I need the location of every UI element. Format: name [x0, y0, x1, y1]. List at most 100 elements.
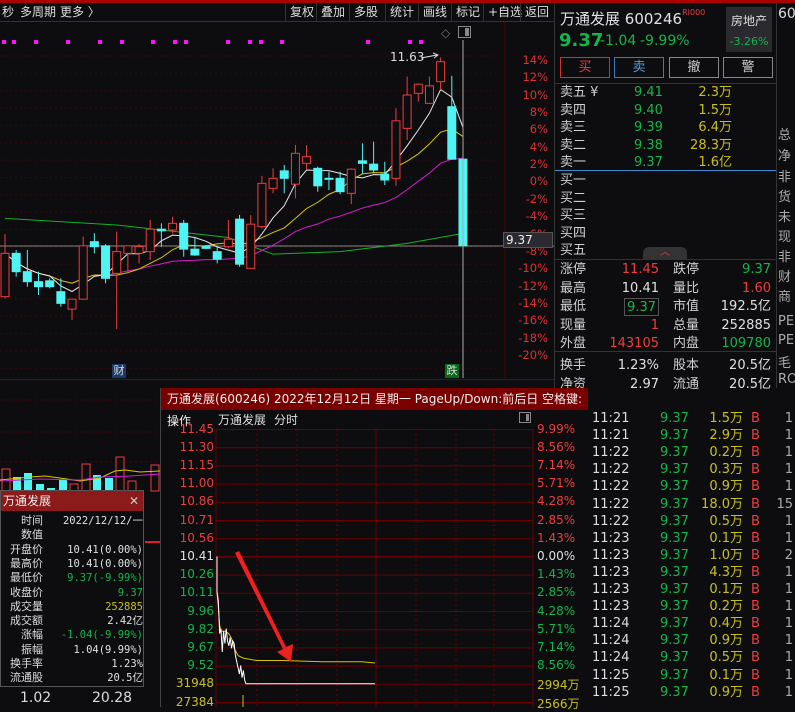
collapse-book-button[interactable]: ︿ [643, 247, 687, 259]
financial-badge[interactable]: 财 [112, 364, 126, 378]
candle-down[interactable] [45, 278, 55, 289]
tooltip-row: 开盘价 10.41(0.00%) [10, 542, 143, 556]
side-item: 毛 [778, 356, 792, 371]
ma5-line [4, 88, 464, 293]
candle-up[interactable] [346, 168, 356, 205]
candle-up[interactable] [268, 168, 278, 194]
cancel-order-button[interactable]: 撤 [669, 57, 719, 78]
axis-label: -12% [518, 278, 548, 293]
candle-up[interactable] [78, 236, 88, 300]
btn-stats[interactable]: 统计 [385, 3, 418, 21]
axis-label: 2% [529, 157, 548, 172]
candle-down[interactable] [11, 250, 21, 277]
ask-row[interactable]: 卖一 9.37 1.6亿 [560, 154, 770, 171]
candle-up[interactable] [436, 57, 446, 91]
trade-row: 11:21 9.37 2.9万 B 1 [592, 428, 793, 444]
candle-down[interactable] [101, 244, 111, 284]
stock-title: 万通发展 600246RI000 [560, 8, 706, 28]
toolbar-multi-period[interactable]: 多周期 [16, 3, 60, 21]
axis-label: 0% [529, 174, 548, 189]
btn-mark[interactable]: 标记 [451, 3, 484, 21]
sell-button[interactable]: 卖 [614, 57, 664, 78]
candle-up[interactable] [402, 76, 412, 140]
tooltip-close-icon[interactable]: ✕ [129, 491, 139, 511]
candle-up[interactable] [413, 83, 423, 102]
candle-up[interactable] [391, 108, 401, 186]
candle-up[interactable] [67, 298, 77, 320]
candle-down[interactable] [324, 171, 334, 190]
toolbar-more[interactable]: 更多 〉 [56, 3, 104, 21]
candle-up[interactable] [290, 145, 300, 199]
candle-up[interactable] [424, 76, 434, 104]
industry-box[interactable]: 房地产 -3.26% [726, 7, 772, 52]
signal-dot [120, 40, 124, 44]
tooltip-row: 时间 2022/12/12/一 [21, 514, 143, 527]
axis-label: -4% [525, 209, 548, 224]
btn-overlay[interactable]: 叠加 [316, 3, 349, 21]
tooltip-title: 万通发展 [3, 494, 52, 508]
pct-axis-label: 7.14% [537, 457, 576, 472]
ask-row[interactable]: 卖五 ¥9.41 2.3万 [560, 84, 770, 101]
candle-up[interactable] [246, 215, 256, 269]
toolbar-seconds[interactable]: 秒 [0, 3, 16, 21]
intraday-chart[interactable] [160, 388, 588, 707]
limit-down-badge[interactable]: 跌 [445, 364, 459, 378]
candle-up[interactable] [302, 145, 312, 170]
trade-row: 11:25 9.37 0.1万 B 1 [592, 667, 793, 683]
candle-up[interactable] [223, 220, 233, 249]
side-item: 财 [778, 270, 792, 285]
candle-down[interactable] [279, 165, 289, 194]
alert-button[interactable]: 警 [723, 57, 773, 78]
bid-row[interactable]: 买四 [560, 225, 770, 242]
ask-row[interactable]: 卖二 9.38 28.3万 [560, 137, 770, 154]
stat-label: 跌停 [673, 262, 700, 277]
candle-down[interactable] [212, 246, 222, 264]
pct-axis-label: 1.43% [537, 530, 576, 545]
candle-down[interactable] [235, 215, 245, 267]
candle-down[interactable] [313, 166, 323, 192]
side-item: 现 [778, 230, 792, 245]
btn-fuquan[interactable]: 复权 [285, 3, 318, 21]
btn-multi-stock[interactable]: 多股 [349, 3, 382, 21]
axis-label: 14% [522, 53, 548, 67]
candle-down[interactable] [89, 233, 99, 254]
candle-up[interactable] [145, 220, 155, 260]
candle-down[interactable] [380, 161, 390, 185]
candle-down[interactable] [56, 278, 66, 307]
candle-down[interactable] [447, 75, 457, 160]
candle-up[interactable] [134, 244, 144, 264]
pct-axis-label: 4.28% [537, 603, 576, 618]
price-axis-label: 31948 [175, 676, 214, 691]
btn-back[interactable]: 返回 [520, 3, 553, 21]
candle-down[interactable] [34, 271, 44, 295]
bid-row[interactable]: 买二 [560, 190, 770, 207]
panel-toggle-icon[interactable] [458, 26, 471, 38]
diamond-icon[interactable]: ◇ [441, 26, 450, 40]
axis-label: -10% [518, 261, 548, 276]
stat-value: 192.5亿 [720, 299, 771, 315]
bid-row[interactable]: 买一 [560, 172, 770, 189]
candle-up[interactable] [257, 175, 267, 229]
bid-row[interactable]: 买三 [560, 207, 770, 224]
candle-up[interactable] [123, 245, 133, 274]
pct-axis-label: 2566万 [537, 696, 580, 711]
price-axis-label: 10.26 [179, 567, 214, 582]
signal-dot [151, 40, 155, 44]
ask-row[interactable]: 卖三 9.39 6.4万 [560, 119, 770, 136]
kline-high-label: 11.63 [390, 50, 425, 64]
candle-down[interactable] [179, 220, 189, 257]
industry-change: -3.26% [729, 35, 769, 48]
industry-name: 房地产 [730, 14, 767, 28]
axis-label: -16% [518, 313, 548, 328]
candle-down[interactable] [357, 143, 367, 175]
candle-up[interactable] [0, 234, 10, 299]
stat-label: 股本 [673, 358, 700, 373]
kline-chart[interactable] [0, 22, 555, 380]
candle-down[interactable] [335, 171, 345, 195]
ask-row[interactable]: 卖四 9.40 1.5万 [560, 102, 770, 119]
btn-draw-line[interactable]: 画线 [418, 3, 451, 21]
ma60-line [4, 217, 464, 255]
buy-button[interactable]: 买 [560, 57, 610, 78]
candle-down[interactable] [369, 141, 379, 174]
candle-down[interactable] [22, 250, 32, 287]
